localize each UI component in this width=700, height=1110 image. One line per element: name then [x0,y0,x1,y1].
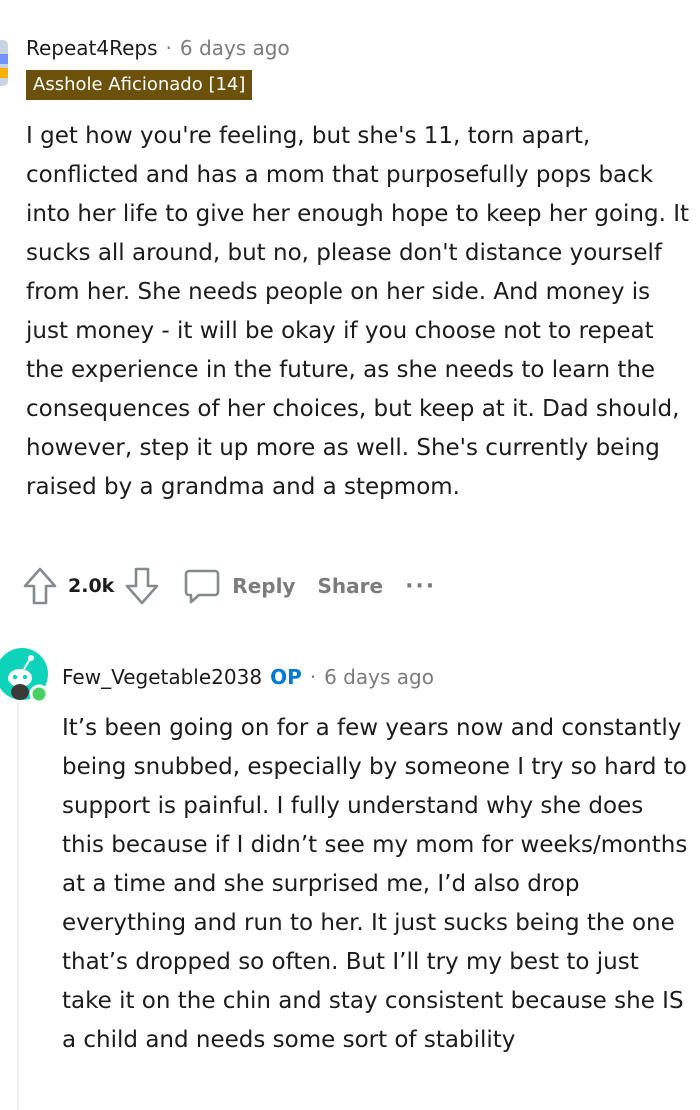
share-button[interactable]: Share [317,574,383,598]
comment-timestamp[interactable]: 6 days ago [324,665,434,689]
comment-body: I get how you're feeling, but she's 11, … [26,123,690,500]
comment-timestamp[interactable]: 6 days ago [180,36,290,60]
more-options-icon[interactable]: ··· [405,574,436,599]
comment-meta: Few_Vegetable2038 OP · 6 days ago [62,663,434,691]
vote-score: 2.0k [68,575,115,597]
comment-body: It’s been going on for a few years now a… [62,715,688,1053]
snoo-avatar-icon[interactable] [0,648,52,704]
op-badge: OP [270,665,302,689]
avatar-icon[interactable] [0,40,8,86]
user-flair-badge: Asshole Aficionado [14] [26,70,253,100]
author-username[interactable]: Few_Vegetable2038 [62,665,262,689]
reply-button[interactable]: Reply [182,566,295,606]
upvote-icon[interactable] [22,566,58,606]
reply-icon [184,569,220,604]
meta-separator: · [309,665,317,689]
comment-action-bar: 2.0k Reply Share ··· [22,564,436,608]
online-indicator-icon [29,684,49,704]
comment-meta: Repeat4Reps · 6 days ago [26,34,290,62]
meta-separator: · [165,36,172,60]
thread-line[interactable] [17,703,19,1110]
downvote-icon[interactable] [124,566,160,606]
reply-label: Reply [232,574,296,598]
author-username[interactable]: Repeat4Reps [26,36,158,60]
